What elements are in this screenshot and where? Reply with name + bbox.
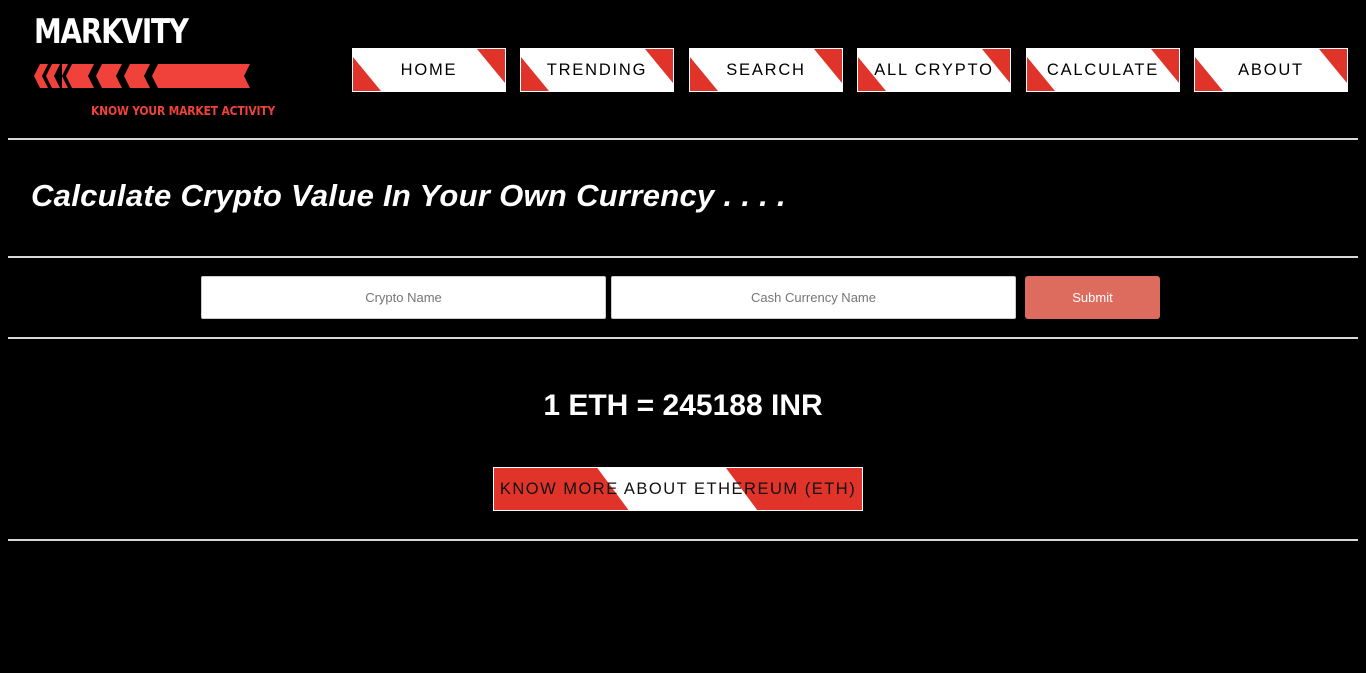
nav-label: ABOUT [1238, 60, 1304, 79]
page-title: Calculate Crypto Value In Your Own Curre… [31, 178, 786, 213]
currency-name-input[interactable] [611, 276, 1016, 319]
nav-label: ALL CRYPTO [874, 60, 994, 79]
nav-label: SEARCH [726, 60, 806, 79]
know-more-label: KNOW MORE ABOUT ETHEREUM (ETH) [499, 479, 857, 498]
nav-about-button[interactable]: ABOUT [1194, 48, 1348, 92]
nav-label: TRENDING [546, 60, 648, 79]
nav-label: HOME [400, 60, 458, 79]
divider [8, 539, 1358, 541]
divider [8, 138, 1358, 140]
nav-trending-button[interactable]: TRENDING [520, 48, 674, 92]
brand-title: MARKVITY [34, 12, 189, 52]
conversion-result: 1 ETH = 245188 INR [543, 389, 823, 422]
brand-logo[interactable]: MARKVITY KNOW YOUR MARKET ACTIVITY [32, 10, 275, 125]
nav-search-button[interactable]: SEARCH [689, 48, 843, 92]
nav-home-button[interactable]: HOME [352, 48, 506, 92]
nav-all-crypto-button[interactable]: ALL CRYPTO [857, 48, 1011, 92]
chevron-arrows-icon [34, 64, 250, 88]
nav-calculate-button[interactable]: CALCULATE [1026, 48, 1180, 92]
divider [8, 337, 1358, 339]
divider [8, 256, 1358, 258]
brand-tagline: KNOW YOUR MARKET ACTIVITY [91, 103, 276, 118]
crypto-name-input[interactable] [201, 276, 606, 319]
submit-button[interactable]: Submit [1025, 276, 1160, 319]
nav-label: CALCULATE [1046, 60, 1160, 79]
know-more-button[interactable]: KNOW MORE ABOUT ETHEREUM (ETH) [493, 467, 863, 511]
